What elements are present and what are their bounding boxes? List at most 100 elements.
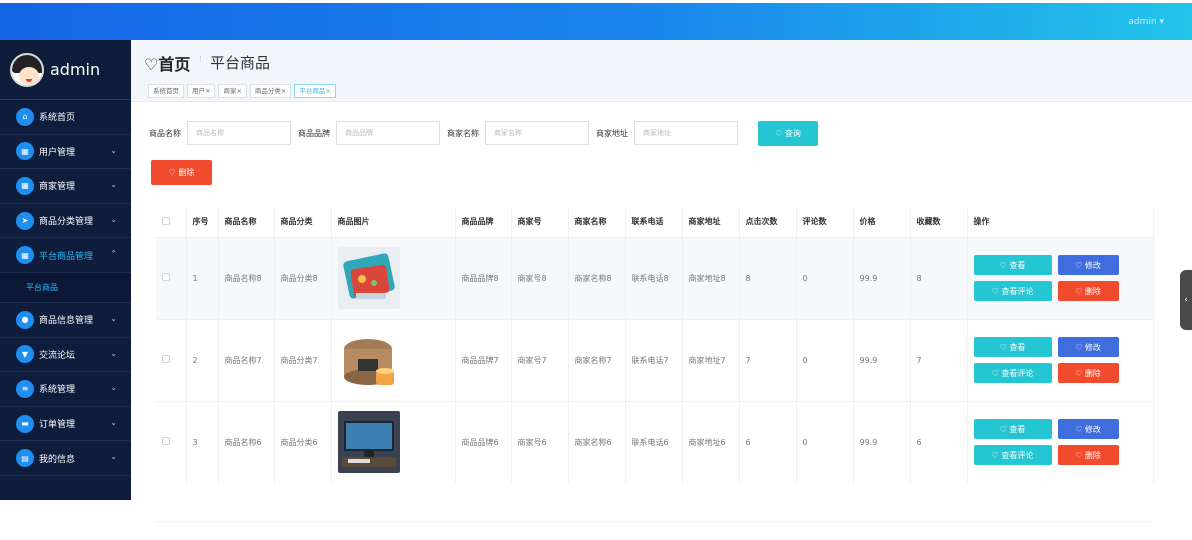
select-all-checkbox[interactable] bbox=[162, 216, 170, 225]
sidebar-item[interactable]: ▦ 平台商品管理 ⌃ bbox=[0, 238, 131, 273]
user-menu[interactable]: admin ▾ bbox=[1128, 17, 1164, 27]
send-icon: ➤ bbox=[16, 211, 34, 230]
chevron-icon: ⌄ bbox=[110, 348, 117, 358]
chevron-icon: ⌄ bbox=[110, 145, 117, 155]
search-input[interactable]: 商品品牌 bbox=[336, 121, 440, 145]
delete-button[interactable]: ♡ 删除 bbox=[1057, 445, 1119, 466]
chevron-icon: ⌄ bbox=[110, 214, 117, 224]
cell-name: 商品名称6 bbox=[218, 400, 275, 483]
table-row-partial bbox=[156, 521, 1153, 540]
sidebar-item-label: 商品分类管理 bbox=[39, 217, 94, 228]
sidebar-item-label: 订单管理 bbox=[39, 420, 76, 431]
cell-phone: 联系电话7 bbox=[625, 318, 683, 401]
edit-button[interactable]: ♡ 修改 bbox=[1057, 419, 1119, 440]
cell-addr: 商家地址7 bbox=[682, 318, 740, 401]
search-label: 商家地址 bbox=[596, 128, 628, 138]
sidebar-item[interactable]: ▤ 我的信息 ⌄ bbox=[0, 441, 131, 476]
cell-brand: 商品品牌7 bbox=[455, 318, 512, 401]
view-comments-button[interactable]: ♡ 查看评论 bbox=[973, 281, 1052, 301]
sidebar-item[interactable]: ▦ 用户管理 ⌄ bbox=[0, 135, 131, 170]
cell-price: 99.9 bbox=[853, 318, 911, 401]
sidebar-brand: admin bbox=[0, 40, 131, 100]
sidebar-item[interactable]: ➤ 商品分类管理 ⌄ bbox=[0, 204, 131, 239]
column-header: 商品名称 bbox=[218, 207, 275, 237]
cell-comments: 0 bbox=[796, 318, 854, 401]
sidebar-item-label: 系统首页 bbox=[39, 113, 76, 124]
view-button[interactable]: ♡ 查看 bbox=[973, 255, 1052, 275]
view-comments-button[interactable]: ♡ 查看评论 bbox=[973, 445, 1052, 466]
sidebar-item[interactable]: ▬ 订单管理 ⌄ bbox=[0, 407, 131, 442]
cell-name: 商品名称7 bbox=[218, 318, 275, 401]
tab[interactable]: 平台商品× bbox=[294, 84, 336, 98]
row-checkbox[interactable] bbox=[162, 273, 170, 281]
search-input[interactable]: 商品名称 bbox=[187, 121, 291, 145]
table-row[interactable]: 3 商品名称6 商品分类6 商品品牌6 商家号6 商家名称6 联系电话6 商家地址6 6 0 99.… bbox=[156, 400, 1154, 483]
column-header: 联系电话 bbox=[625, 207, 683, 237]
column-header: 商家号 bbox=[511, 207, 569, 237]
batch-delete-button[interactable]: ♡ 删除 bbox=[151, 160, 212, 185]
cell-phone: 联系电话8 bbox=[625, 236, 683, 319]
tab[interactable]: 用户× bbox=[187, 84, 216, 98]
delete-button[interactable]: ♡ 删除 bbox=[1057, 281, 1119, 301]
edit-button[interactable]: ♡ 修改 bbox=[1057, 337, 1119, 357]
cell-mid: 商家号8 bbox=[511, 236, 569, 319]
column-header[interactable] bbox=[156, 207, 187, 237]
tab[interactable]: 系统首页 bbox=[148, 84, 184, 98]
sidebar-item[interactable]: ≡ 系统管理 ⌄ bbox=[0, 372, 131, 407]
actions-cell: ♡ 查看 ♡ 修改 ♡ 查看评论 ♡ 删除 bbox=[967, 318, 1154, 401]
cell-idx: 2 bbox=[186, 318, 219, 401]
cell-name: 商品名称8 bbox=[218, 236, 275, 319]
sidebar: admin ⌂ 系统首页 ▦ 用户管理 ⌄ ▦ 商家管理 ⌄ ➤ 商品分类管理 ⌄ ▦ 平台商品管理 ⌃ 平… bbox=[0, 40, 131, 500]
tab[interactable]: 商家× bbox=[218, 84, 247, 98]
person-icon: ● bbox=[16, 310, 34, 329]
row-checkbox[interactable] bbox=[162, 355, 170, 363]
tab[interactable]: 商品分类× bbox=[249, 84, 292, 98]
sidebar-item[interactable]: ▦ 商家管理 ⌄ bbox=[0, 169, 131, 204]
cell-mname: 商家名称6 bbox=[568, 400, 626, 483]
breadcrumb-home[interactable]: ♡首页 bbox=[144, 51, 190, 75]
search-input[interactable]: 商家名称 bbox=[485, 121, 589, 145]
home-icon: ⌂ bbox=[16, 107, 34, 126]
cell-idx: 3 bbox=[186, 400, 219, 483]
chevron-icon: ⌄ bbox=[110, 383, 117, 393]
view-button[interactable]: ♡ 查看 bbox=[973, 419, 1052, 440]
edit-button[interactable]: ♡ 修改 bbox=[1057, 255, 1119, 275]
side-drawer-handle[interactable]: ‹ bbox=[1180, 270, 1192, 330]
product-image-cell bbox=[331, 236, 456, 319]
query-button[interactable]: ♡ 查询 bbox=[758, 121, 818, 146]
list-icon: ≡ bbox=[16, 379, 34, 398]
sidebar-item[interactable]: ● 商品信息管理 ⌄ bbox=[0, 303, 131, 338]
cell-price: 99.9 bbox=[853, 236, 911, 319]
cell-comments: 0 bbox=[796, 236, 854, 319]
sidebar-subitem-platform-goods[interactable]: 平台商品 bbox=[0, 272, 131, 303]
sidebar-item-label: 系统管理 bbox=[39, 385, 76, 396]
column-header: 商品品牌 bbox=[455, 207, 512, 237]
cell-cat: 商品分类6 bbox=[274, 400, 332, 483]
cell-cat: 商品分类7 bbox=[274, 318, 332, 401]
sidebar-item-label: 商家管理 bbox=[39, 182, 76, 193]
cell-price: 99.9 bbox=[853, 400, 911, 483]
sidebar-item[interactable]: ⌂ 系统首页 bbox=[0, 100, 131, 135]
row-checkbox[interactable] bbox=[162, 437, 170, 446]
column-header: 价格 bbox=[853, 207, 911, 237]
cell-clicks: 7 bbox=[739, 318, 797, 401]
column-header: 操作 bbox=[967, 207, 1154, 237]
view-button[interactable]: ♡ 查看 bbox=[973, 337, 1052, 357]
search-bar: 商品名称 商品名称 商品品牌 商品品牌 商家名称 商家名称 商家地址 商家地址 bbox=[149, 121, 745, 145]
sidebar-item[interactable]: ▼ 交流论坛 ⌄ bbox=[0, 338, 131, 373]
delete-button[interactable]: ♡ 删除 bbox=[1057, 363, 1119, 383]
row-checkbox-cell bbox=[156, 318, 187, 401]
search-input[interactable]: 商家地址 bbox=[634, 121, 738, 145]
column-header: 商品图片 bbox=[331, 207, 456, 237]
chevron-icon: ⌄ bbox=[110, 417, 117, 427]
cell-mid: 商家号6 bbox=[511, 400, 569, 483]
grid-icon: ▦ bbox=[16, 176, 34, 195]
table-row[interactable]: 1 商品名称8 商品分类8 商品品牌8 商家号8 商家名称8 联系电话8 商家地址8 8 0 99.… bbox=[156, 236, 1154, 319]
search-label: 商品品牌 bbox=[298, 128, 330, 138]
product-image-cell bbox=[331, 318, 456, 401]
view-comments-button[interactable]: ♡ 查看评论 bbox=[973, 363, 1052, 383]
actions-cell: ♡ 查看 ♡ 修改 ♡ 查看评论 ♡ 删除 bbox=[967, 400, 1154, 483]
cooker-image bbox=[337, 329, 400, 391]
table-row[interactable]: 2 商品名称7 商品分类7 商品品牌7 商家号7 商家名称7 联系电话7 商家地址7 7 0 99.… bbox=[156, 318, 1154, 401]
breadcrumb: ♡首页 ⁝ 平台商品 系统首页 用户× 商家× 商品分类× 平台商品× bbox=[131, 40, 1192, 102]
